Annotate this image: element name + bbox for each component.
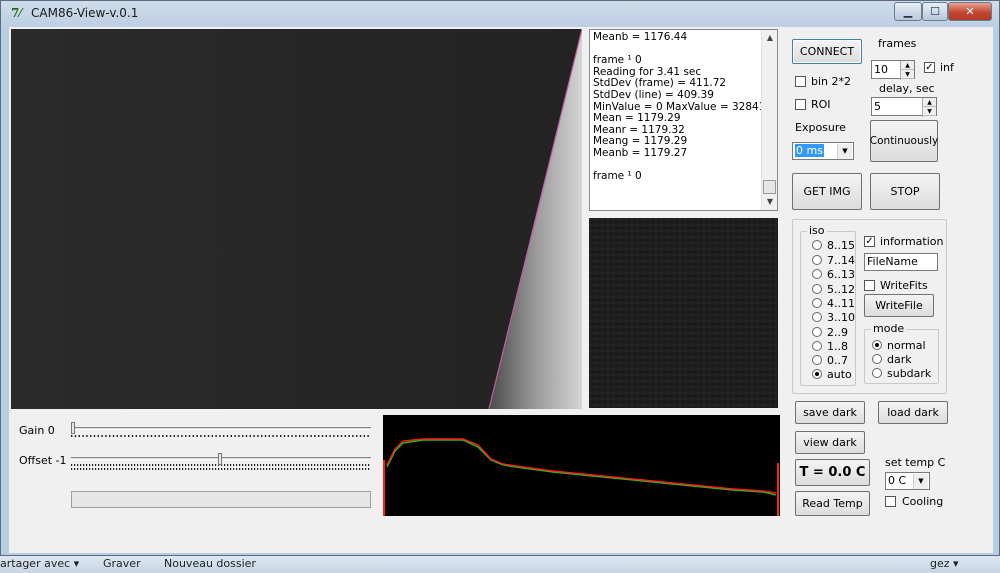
app-window: 7⁄ CAM86-View-v.0.1 ▁ ☐ ✕ Gain 0 Offset … xyxy=(0,0,1000,556)
iso-radio-2[interactable] xyxy=(812,269,822,279)
connect-button[interactable]: CONNECT xyxy=(792,39,862,64)
iso-radio-6[interactable] xyxy=(812,327,822,337)
iso-option-label: 5..12 xyxy=(827,283,855,296)
filename-input[interactable]: FileName xyxy=(864,253,938,271)
mode-radio-dark[interactable] xyxy=(872,354,882,364)
client-area: Gain 0 Offset -1 Meanb = 1176.44 frame ¹… xyxy=(9,27,993,553)
chevron-down-icon[interactable]: ▼ xyxy=(913,474,928,489)
cooling-checkbox[interactable] xyxy=(885,496,896,507)
scroll-thumb[interactable] xyxy=(763,180,776,194)
bin-checkbox[interactable] xyxy=(795,76,806,87)
save-dark-button[interactable]: save dark xyxy=(795,401,865,424)
window-title: CAM86-View-v.0.1 xyxy=(31,6,139,20)
inf-label: inf xyxy=(940,61,954,74)
writefits-checkbox[interactable] xyxy=(864,280,875,291)
roi-checkbox[interactable] xyxy=(795,99,806,110)
close-button[interactable]: ✕ xyxy=(948,2,992,21)
set-temp-label: set temp C xyxy=(885,456,946,469)
view-dark-button[interactable]: view dark xyxy=(795,431,865,454)
read-temp-button[interactable]: Read Temp xyxy=(795,491,870,516)
iso-radio-8[interactable] xyxy=(812,355,822,365)
camera-image[interactable] xyxy=(11,29,582,409)
iso-option-label: 0..7 xyxy=(827,354,848,367)
gain-label: Gain 0 xyxy=(19,424,55,437)
log-scrollbar[interactable]: ▲ ▼ xyxy=(761,30,777,210)
manage-menu[interactable]: gez ▾ xyxy=(930,557,959,570)
log-output[interactable]: Meanb = 1176.44 frame ¹ 0 Reading for 3.… xyxy=(589,29,778,211)
title-bar[interactable]: 7⁄ CAM86-View-v.0.1 ▁ ☐ ✕ xyxy=(1,1,999,27)
scroll-up-icon[interactable]: ▲ xyxy=(764,32,776,44)
histogram xyxy=(383,415,780,516)
temperature-display[interactable]: T = 0.0 C xyxy=(795,459,870,486)
mode-option-label: subdark xyxy=(887,367,932,380)
iso-option-label: 6..13 xyxy=(827,268,855,281)
frames-spinner[interactable]: ▲ ▼ xyxy=(900,61,914,80)
exposure-label: Exposure xyxy=(795,121,846,134)
mode-option-label: dark xyxy=(887,353,912,366)
iso-radio-3[interactable] xyxy=(812,284,822,294)
iso-option-label: 7..14 xyxy=(827,254,855,267)
scroll-down-icon[interactable]: ▼ xyxy=(764,196,776,208)
cooling-label: Cooling xyxy=(902,495,944,508)
progress-bar xyxy=(71,491,371,508)
new-folder-menu[interactable]: Nouveau dossier xyxy=(164,557,256,570)
information-label: information xyxy=(880,235,944,248)
set-temp-combo[interactable]: 0 C ▼ xyxy=(885,472,930,490)
burn-menu[interactable]: Graver xyxy=(103,557,141,570)
frames-input[interactable]: 10 ▲ ▼ xyxy=(871,60,915,80)
iso-radio-7[interactable] xyxy=(812,341,822,351)
iso-option-label: auto xyxy=(827,368,852,381)
iso-radio-0[interactable] xyxy=(812,240,822,250)
log-lines: Meanb = 1176.44 frame ¹ 0 Reading for 3.… xyxy=(593,31,766,183)
share-with-menu[interactable]: artager avec ▾ xyxy=(0,557,79,570)
image-bright-wedge xyxy=(11,29,582,409)
mode-radio-subdark[interactable] xyxy=(872,368,882,378)
exposure-combo[interactable]: 0 ms ▼ xyxy=(792,142,854,160)
gain-slider[interactable] xyxy=(71,427,371,430)
frames-label: frames xyxy=(878,37,917,50)
iso-radio-1[interactable] xyxy=(812,255,822,265)
delay-spinner[interactable]: ▲ ▼ xyxy=(922,98,936,117)
offset-slider-thumb[interactable] xyxy=(218,453,222,465)
stop-button[interactable]: STOP xyxy=(870,173,940,210)
gain-ticks xyxy=(71,435,371,437)
mode-option-label: normal xyxy=(887,339,926,352)
bin-label: bin 2*2 xyxy=(811,75,852,88)
writefits-label: WriteFits xyxy=(880,279,928,292)
iso-radio-9[interactable] xyxy=(812,369,822,379)
information-checkbox[interactable]: ✓ xyxy=(864,236,875,247)
iso-option-label: 1..8 xyxy=(827,340,848,353)
mode-radio-normal[interactable] xyxy=(872,340,882,350)
chevron-down-icon[interactable]: ▼ xyxy=(837,144,852,159)
get-img-button[interactable]: GET IMG xyxy=(792,173,862,210)
preview-image xyxy=(589,218,778,408)
explorer-toolbar-strip: artager avec ▾ Graver Nouveau dossier ge… xyxy=(0,556,1000,573)
mode-title: mode xyxy=(871,322,907,335)
writefile-button[interactable]: WriteFile xyxy=(864,294,934,317)
offset-label: Offset -1 xyxy=(19,454,67,467)
gain-slider-thumb[interactable] xyxy=(71,422,75,434)
roi-label: ROI xyxy=(811,98,831,111)
delay-label: delay, sec xyxy=(879,82,935,95)
minimize-button[interactable]: ▁ xyxy=(894,2,922,21)
inf-checkbox[interactable]: ✓ xyxy=(924,62,935,73)
iso-radio-5[interactable] xyxy=(812,312,822,322)
iso-option-label: 2..9 xyxy=(827,326,848,339)
iso-title: iso xyxy=(807,224,827,237)
app-icon: 7⁄ xyxy=(11,6,22,20)
load-dark-button[interactable]: load dark xyxy=(878,401,948,424)
delay-input[interactable]: 5 ▲ ▼ xyxy=(871,97,937,117)
iso-radio-4[interactable] xyxy=(812,298,822,308)
iso-option-label: 8..15 xyxy=(827,239,855,252)
continuously-button[interactable]: Continuously xyxy=(870,120,938,162)
iso-option-label: 3..10 xyxy=(827,311,855,324)
maximize-button[interactable]: ☐ xyxy=(922,2,948,21)
iso-option-label: 4..11 xyxy=(827,297,855,310)
